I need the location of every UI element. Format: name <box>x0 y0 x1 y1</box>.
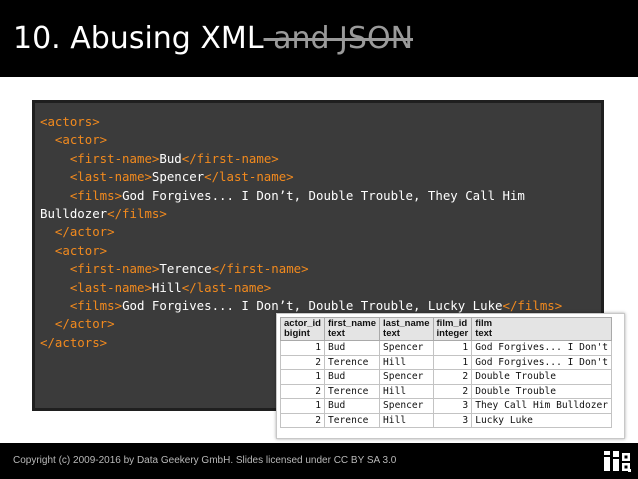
table-cell: Hill <box>379 383 434 399</box>
table-row: 1 Bud Spencer 3 They Call Him Bulldozer <box>280 398 613 414</box>
table-cell: Hill <box>379 412 434 428</box>
table-cell: Spencer <box>379 340 434 356</box>
table-cell: 3 <box>432 412 473 428</box>
column-header-first-name: first_name text <box>323 317 381 341</box>
result-table-panel: actor_id bigint first_name text last_name tex… <box>276 313 625 439</box>
table-cell: God Forgives... I Don't <box>471 340 613 356</box>
table-cell: 1 <box>280 369 325 385</box>
column-type: text <box>383 328 400 339</box>
xml-tag: <first-name> <box>69 150 160 166</box>
xml-tag: <actor> <box>54 242 108 258</box>
table-cell: 2 <box>432 383 473 399</box>
table-cell: 2 <box>432 369 473 385</box>
xml-text <box>40 188 70 203</box>
result-table: actor_id bigint first_name text last_name tex… <box>280 317 613 428</box>
jooq-logo-icon <box>604 451 631 472</box>
column-header-actor-id: actor_id bigint <box>280 317 325 341</box>
xml-text <box>40 316 55 331</box>
slide-title-main: 10. Abusing XML <box>13 21 264 56</box>
xml-text <box>40 280 70 295</box>
table-cell: Terence <box>323 383 381 399</box>
table-row: 1 Bud Spencer 2 Double Trouble <box>280 369 613 385</box>
xml-text: Bud <box>159 150 182 166</box>
xml-text <box>40 298 70 313</box>
xml-tag: <last-name> <box>69 169 152 185</box>
table-header-row: actor_id bigint first_name text last_name tex… <box>280 317 613 341</box>
xml-tag: </films> <box>502 298 563 314</box>
title-bar: 10. Abusing XML and JSON <box>0 0 638 77</box>
table-cell: Hill <box>379 354 434 370</box>
table-row: 2 Terence Hill 1 God Forgives... I Don't <box>280 354 613 370</box>
xml-text: Hill <box>151 279 182 295</box>
table-cell: Bud <box>323 369 381 385</box>
table-cell: Spencer <box>379 369 434 385</box>
table-cell: 3 <box>432 398 473 414</box>
table-row: 2 Terence Hill 3 Lucky Luke <box>280 412 613 428</box>
table-row: 2 Terence Hill 2 Double Trouble <box>280 383 613 399</box>
table-row: 1 Bud Spencer 1 God Forgives... I Don't <box>280 340 613 356</box>
copyright-text: Copyright (c) 2009-2016 by Data Geekery … <box>13 455 397 466</box>
xml-tag: </last-name> <box>181 279 272 295</box>
table-cell: Bud <box>323 340 381 356</box>
xml-text: Spencer <box>151 169 205 185</box>
column-type: text <box>327 328 345 339</box>
slide-title-strikethrough: and JSON <box>263 21 414 56</box>
xml-tag: <first-name> <box>69 261 160 277</box>
table-cell: God Forgives... I Don't <box>471 354 613 370</box>
xml-tag: </films> <box>107 206 167 222</box>
table-cell: 1 <box>280 398 325 414</box>
table-cell: Bud <box>323 398 381 414</box>
xml-text <box>40 132 55 147</box>
xml-tag: <films> <box>69 298 123 314</box>
xml-tag: </actors> <box>40 334 108 350</box>
xml-tag: </actor> <box>54 224 115 240</box>
column-header-film: film text <box>471 317 613 341</box>
xml-text <box>40 224 55 239</box>
xml-text: God Forgives... I Don’t, Double Trouble,… <box>122 187 525 203</box>
xml-tag: </last-name> <box>204 169 294 185</box>
table-body: 1 Bud Spencer 1 God Forgives... I Don't 2 Tere… <box>280 340 613 428</box>
column-type: bigint <box>284 328 310 339</box>
column-header-film-id: film_id integer <box>432 317 473 341</box>
table-cell: Spencer <box>379 398 434 414</box>
xml-text: Bulldozer <box>40 206 108 222</box>
xml-text <box>40 243 55 258</box>
table-cell: Terence <box>323 354 381 370</box>
table-cell: 2 <box>280 383 325 399</box>
xml-tag: <last-name> <box>69 279 152 295</box>
table-cell: Terence <box>323 412 381 428</box>
table-cell: Double Trouble <box>471 383 613 399</box>
table-cell: 2 <box>280 412 325 428</box>
xml-tag: </first-name> <box>211 261 309 277</box>
table-cell: 2 <box>280 354 325 370</box>
xml-text: God Forgives... I Don’t, Double Trouble,… <box>122 298 503 314</box>
table-cell: Double Trouble <box>471 369 613 385</box>
column-type: text <box>475 328 493 339</box>
slide-title: 10. Abusing XML and JSON <box>13 20 413 58</box>
xml-tag: <films> <box>69 187 123 203</box>
xml-tag: <actor> <box>54 132 108 148</box>
table-cell: They Call Him Bulldozer <box>471 398 613 414</box>
xml-text: Terence <box>159 261 212 277</box>
table-cell: 1 <box>280 340 325 356</box>
table-cell: Lucky Luke <box>471 412 613 428</box>
table-cell: 1 <box>432 354 473 370</box>
xml-tag: <actors> <box>40 114 100 129</box>
column-type: integer <box>436 328 469 339</box>
xml-tag: </actor> <box>54 316 115 332</box>
xml-text <box>40 151 70 166</box>
xml-text <box>40 261 70 276</box>
table-cell: 1 <box>432 340 473 356</box>
xml-text <box>40 169 70 184</box>
column-header-last-name: last_name text <box>379 317 434 341</box>
footer-bar: Copyright (c) 2009-2016 by Data Geekery … <box>0 443 638 479</box>
xml-tag: </first-name> <box>181 150 279 166</box>
